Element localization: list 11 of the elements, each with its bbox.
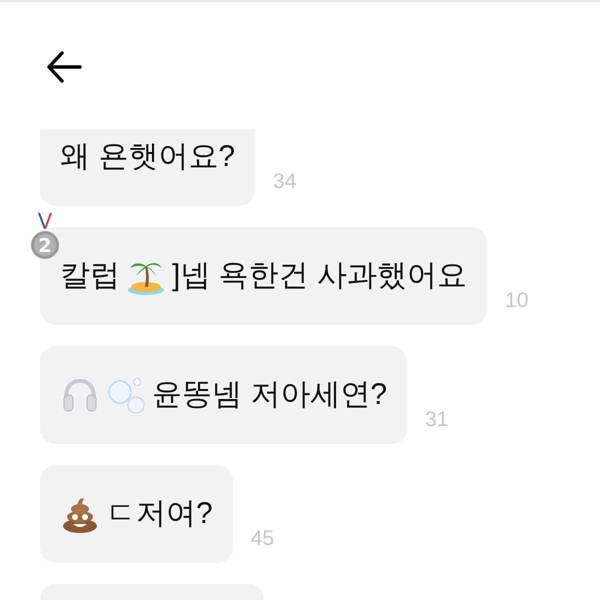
message-text: ]넵 욕한건 사과했어요 (172, 258, 468, 294)
message-text: 윤똥넴 저아세연? (152, 377, 388, 413)
message-text: 왜 욘햇어요? (60, 139, 236, 175)
message-text: ㄷ저여? (106, 496, 213, 532)
message-count: 34 (273, 170, 296, 194)
message-text: 칼럽 (60, 258, 120, 294)
back-arrow-icon[interactable] (46, 50, 82, 84)
message-count: 31 (425, 408, 448, 432)
message-count: 10 (505, 289, 528, 313)
bubbles-icon (106, 375, 146, 415)
message-count: 45 (250, 527, 274, 551)
